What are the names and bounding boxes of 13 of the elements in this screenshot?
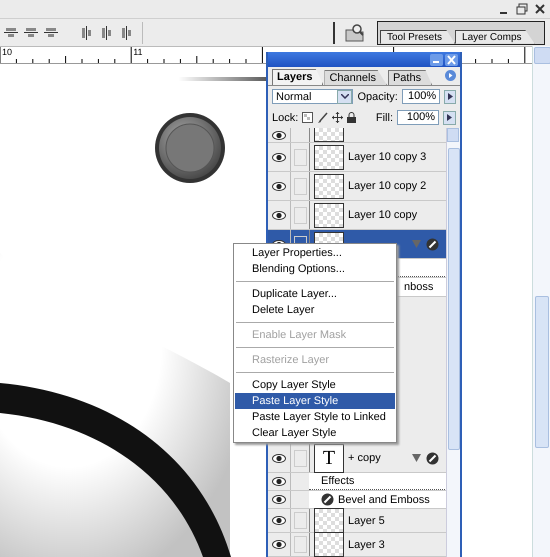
layer-name: Layer 5 [348, 514, 386, 526]
layer-name: Layer 3 [348, 538, 386, 550]
text-layer-thumbnail: T [314, 444, 344, 472]
lock-label: Lock: [272, 112, 298, 124]
layer-name: Layer 10 copy 2 [348, 180, 428, 192]
layer-name: Layer 10 copy 3 [348, 151, 428, 163]
opacity-label: Opacity: [357, 90, 398, 102]
effects-label: Effects [321, 475, 354, 487]
fill-label: Fill: [376, 112, 393, 124]
ruler-label: 10 [2, 47, 12, 57]
ruler-label: 11 [133, 47, 143, 57]
layer-name: Layer 10 copy [348, 209, 418, 221]
layer-name: + copy [348, 452, 382, 464]
